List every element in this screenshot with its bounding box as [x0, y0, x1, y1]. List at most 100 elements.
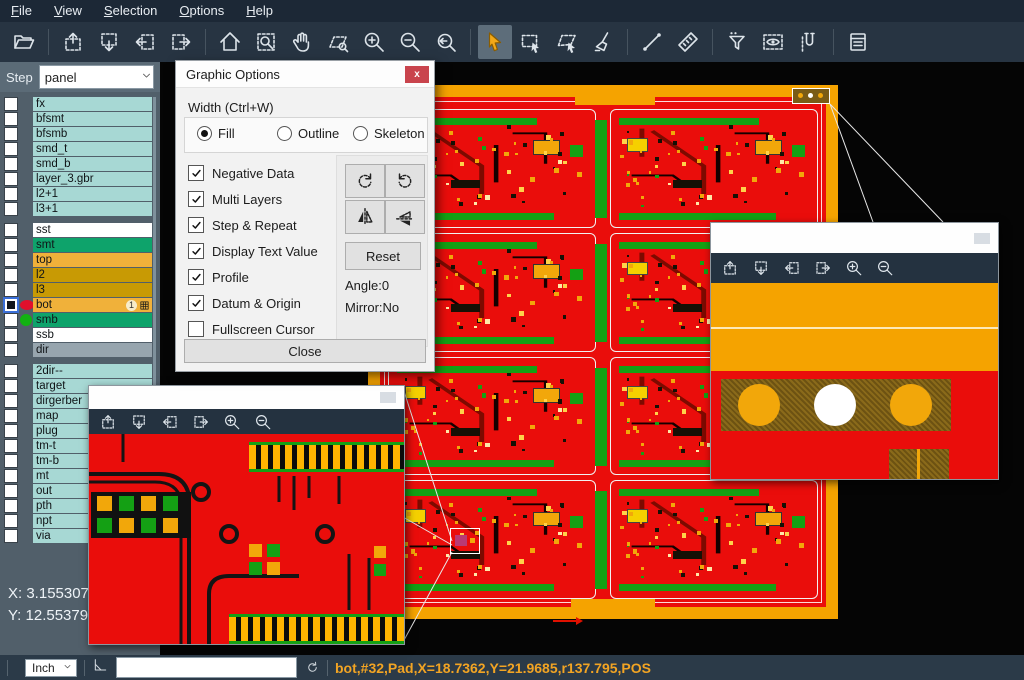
layer-checkbox-map[interactable] — [4, 409, 18, 423]
zoom-window-button-pan-left[interactable] — [161, 413, 179, 431]
refresh-icon[interactable] — [305, 660, 320, 675]
zoom-window-button-pan-right[interactable] — [192, 413, 210, 431]
checkbox-datum-origin[interactable]: Datum & Origin — [188, 295, 301, 311]
pcb-board[interactable] — [388, 357, 596, 476]
button-mirror-vertical[interactable] — [345, 200, 385, 234]
layer-item-bfsmt[interactable]: bfsmt — [33, 112, 152, 126]
zoom-window-bottom-left[interactable] — [88, 385, 405, 645]
zoom-window-titlebar[interactable] — [711, 223, 998, 253]
toolbar-button-zoom-in[interactable] — [357, 25, 391, 59]
layer-checkbox-layer_3.gbr[interactable] — [4, 172, 18, 186]
layer-checkbox-l3+1[interactable] — [4, 202, 18, 216]
layer-checkbox-l2[interactable] — [4, 268, 18, 282]
layer-item-layer_3.gbr[interactable]: layer_3.gbr — [33, 172, 152, 186]
reset-button[interactable]: Reset — [345, 242, 421, 270]
zoom-window-button-zoom-out[interactable] — [876, 259, 894, 277]
toolbar-button-snap[interactable] — [792, 25, 826, 59]
layer-item-sst[interactable]: sst — [33, 223, 152, 237]
pcb-board[interactable] — [610, 480, 818, 599]
toolbar-button-zoom-window[interactable] — [249, 25, 283, 59]
layer-checkbox-smb[interactable] — [4, 313, 18, 327]
unit-select[interactable]: Inch — [25, 659, 77, 677]
toolbar-button-home[interactable] — [213, 25, 247, 59]
toolbar-button-zoom-out[interactable] — [393, 25, 427, 59]
layer-checkbox-l3[interactable] — [4, 283, 18, 297]
radio-skeleton[interactable]: Skeleton — [353, 126, 425, 141]
layer-item-smd_b[interactable]: smd_b — [33, 157, 152, 171]
zoom-window-button-pan-right[interactable] — [814, 259, 832, 277]
toolbar-button-pan-hand[interactable] — [285, 25, 319, 59]
minimize-button[interactable] — [974, 233, 990, 244]
zoom-window-button-zoom-in[interactable] — [223, 413, 241, 431]
zoom-window-button-pan-up[interactable] — [721, 259, 739, 277]
zoom-window-titlebar[interactable] — [89, 386, 404, 409]
step-repeat-grid-icon[interactable] — [139, 300, 150, 311]
layer-checkbox-smd_b[interactable] — [4, 157, 18, 171]
toolbar-button-open-folder[interactable] — [7, 25, 41, 59]
zoom-window-top-right[interactable] — [710, 222, 999, 480]
toolbar-button-ruler[interactable] — [671, 25, 705, 59]
layer-item-fx[interactable]: fx — [33, 97, 152, 111]
close-button[interactable]: Close — [184, 339, 426, 363]
layer-checkbox-tm-b[interactable] — [4, 454, 18, 468]
toolbar-button-zoom-previous[interactable] — [429, 25, 463, 59]
layer-checkbox-sst[interactable] — [4, 223, 18, 237]
menu-item-selection[interactable]: Selection — [93, 0, 168, 22]
layer-item-top[interactable]: top — [33, 253, 152, 267]
layer-checkbox-l2+1[interactable] — [4, 187, 18, 201]
layer-item-l3+1[interactable]: l3+1 — [33, 202, 152, 216]
zoom-window-button-pan-left[interactable] — [783, 259, 801, 277]
menu-item-view[interactable]: View — [43, 0, 93, 22]
checkbox-step-repeat[interactable]: Step & Repeat — [188, 217, 297, 233]
toolbar-button-select-rect[interactable] — [514, 25, 548, 59]
layer-checkbox-smd_t[interactable] — [4, 142, 18, 156]
button-rotate-cw[interactable] — [345, 164, 385, 198]
layer-item-smt[interactable]: smt — [33, 238, 152, 252]
toolbar-button-pan-right[interactable] — [164, 25, 198, 59]
layer-checkbox-tm-t[interactable] — [4, 439, 18, 453]
layer-checkbox-bfsmt[interactable] — [4, 112, 18, 126]
layer-item-2dir--[interactable]: 2dir-- — [33, 364, 152, 378]
toolbar-button-select[interactable] — [478, 25, 512, 59]
checkbox-multi-layers[interactable]: Multi Layers — [188, 191, 282, 207]
layer-item-l2+1[interactable]: l2+1 — [33, 187, 152, 201]
layer-checkbox-bfsmb[interactable] — [4, 127, 18, 141]
layer-checkbox-dir[interactable] — [4, 343, 18, 357]
layer-checkbox-pth[interactable] — [4, 499, 18, 513]
zoom-window-view[interactable] — [89, 434, 404, 644]
layer-checkbox-target[interactable] — [4, 379, 18, 393]
zoom-window-button-pan-down[interactable] — [130, 413, 148, 431]
layer-checkbox-npt[interactable] — [4, 514, 18, 528]
toolbar-button-measure[interactable] — [635, 25, 669, 59]
layer-checkbox-via[interactable] — [4, 529, 18, 543]
toolbar-button-pan-down[interactable] — [92, 25, 126, 59]
layer-checkbox-fx[interactable] — [4, 97, 18, 111]
layer-item-ssb[interactable]: ssb — [33, 328, 152, 342]
zoom-window-button-zoom-out[interactable] — [254, 413, 272, 431]
toolbar-button-filter[interactable] — [720, 25, 754, 59]
menu-item-file[interactable]: File — [0, 0, 43, 22]
menu-item-help[interactable]: Help — [235, 0, 284, 22]
layer-item-smb[interactable]: smb — [33, 313, 152, 327]
minimize-button[interactable] — [380, 392, 396, 403]
layer-checkbox-out[interactable] — [4, 484, 18, 498]
button-mirror-horizontal[interactable] — [385, 200, 425, 234]
button-rotate-ccw[interactable] — [385, 164, 425, 198]
layer-checkbox-top[interactable] — [4, 253, 18, 267]
zoom-window-view[interactable] — [711, 283, 998, 479]
layer-item-bfsmb[interactable]: bfsmb — [33, 127, 152, 141]
dialog-titlebar[interactable]: Graphic Options x — [176, 61, 434, 88]
checkbox-negative-data[interactable]: Negative Data — [188, 165, 294, 181]
radio-fill[interactable]: Fill — [197, 126, 235, 141]
toolbar-button-clear[interactable] — [586, 25, 620, 59]
toolbar-button-pan-up[interactable] — [56, 25, 90, 59]
layer-checkbox-smt[interactable] — [4, 238, 18, 252]
layer-item-smd_t[interactable]: smd_t — [33, 142, 152, 156]
pcb-board[interactable] — [610, 109, 818, 228]
close-icon[interactable]: x — [405, 66, 429, 83]
layer-checkbox-mt[interactable] — [4, 469, 18, 483]
layer-item-dir[interactable]: dir — [33, 343, 152, 357]
layer-item-bot[interactable]: bot1 — [33, 298, 152, 312]
radio-outline[interactable]: Outline — [277, 126, 339, 141]
step-select[interactable]: panel — [39, 65, 154, 89]
